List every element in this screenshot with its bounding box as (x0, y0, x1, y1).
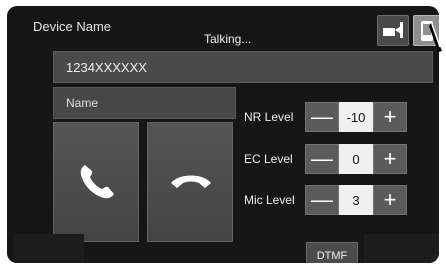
phone-number: 1234XXXXXX (66, 60, 147, 75)
call-screen: Device Name Talking... 1234XXXXXX Name N… (7, 6, 439, 263)
end-call-icon (171, 175, 211, 188)
nr-level-decrease-button[interactable]: — (305, 102, 339, 132)
bottom-right-panel (364, 234, 439, 263)
device-name: Device Name (33, 19, 112, 34)
ec-level-label: EC Level (244, 152, 293, 166)
call-icon (80, 165, 114, 199)
pointer-icon (429, 23, 442, 52)
nr-level-increase-button[interactable]: + (373, 102, 407, 132)
phone-number-field: 1234XXXXXX (53, 51, 433, 83)
mic-level-increase-button[interactable]: + (373, 185, 407, 215)
end-call-button[interactable] (147, 122, 233, 242)
ec-level-value: 0 (339, 144, 373, 174)
mic-level-decrease-button[interactable]: — (305, 185, 339, 215)
mic-level-label: Mic Level (244, 193, 295, 207)
contact-name: Name (66, 96, 99, 110)
bottom-left-panel (14, 234, 84, 263)
call-status: Talking... (204, 32, 252, 46)
ec-level-stepper: — 0 + (305, 144, 412, 174)
mic-level-value: 3 (339, 185, 373, 215)
nr-level-stepper: — -10 + (305, 102, 412, 132)
ec-level-increase-button[interactable]: + (373, 144, 407, 174)
mic-level-stepper: — 3 + (305, 185, 412, 215)
nr-level-value: -10 (339, 102, 373, 132)
nr-level-label: NR Level (244, 110, 294, 124)
contact-name-field: Name (53, 87, 236, 119)
handset-transfer-icon (383, 22, 403, 38)
call-button[interactable] (53, 122, 139, 242)
ec-level-decrease-button[interactable]: — (305, 144, 339, 174)
handset-transfer-button[interactable] (377, 15, 409, 46)
dtmf-button[interactable]: DTMF (306, 242, 358, 263)
